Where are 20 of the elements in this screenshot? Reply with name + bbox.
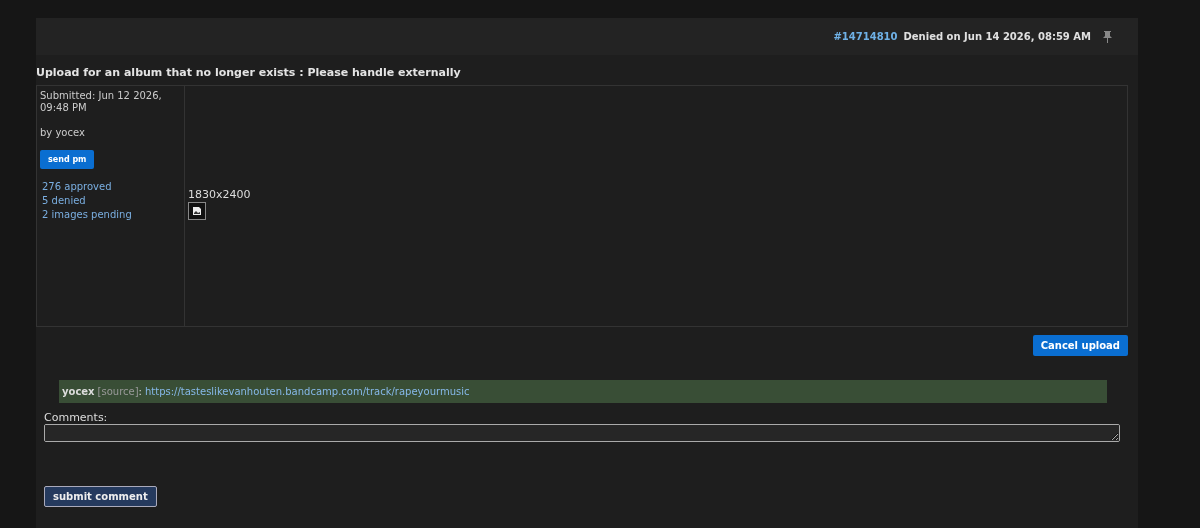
note-user: yocex	[62, 386, 95, 397]
comments-field[interactable]	[44, 424, 1120, 442]
separator: :	[138, 386, 142, 397]
source-tag: [source]	[97, 386, 139, 397]
status-text: Denied on Jun 14 2026, 08:59 AM	[903, 31, 1091, 42]
stat-link[interactable]: 5 denied	[42, 195, 132, 206]
request-id-link[interactable]: #14714810	[833, 31, 898, 42]
pin-icon[interactable]	[1103, 30, 1112, 43]
send-pm-button[interactable]: send pm	[40, 150, 95, 169]
stat-link[interactable]: 276 approved	[42, 181, 132, 192]
submit-comment-button[interactable]: submit comment	[44, 486, 157, 507]
image-dimensions: 1830x2400	[188, 188, 252, 201]
stat-link[interactable]: 2 images pending	[42, 209, 132, 220]
submitter-name: by yocex	[40, 127, 85, 138]
comments-label: Comments:	[44, 411, 109, 424]
cancel-upload-button[interactable]: Cancel upload	[1032, 335, 1128, 356]
broken-image-icon[interactable]	[188, 202, 206, 220]
submitted-date: Submitted: Jun 12 2026, 09:48 PM	[40, 90, 163, 114]
source-url-link[interactable]: https://tasteslikevanhouten.bandcamp.com/track/rapeyourmusic	[144, 386, 470, 397]
upload-title: Upload for an album that no longer exists : Please handle externally	[36, 64, 462, 81]
